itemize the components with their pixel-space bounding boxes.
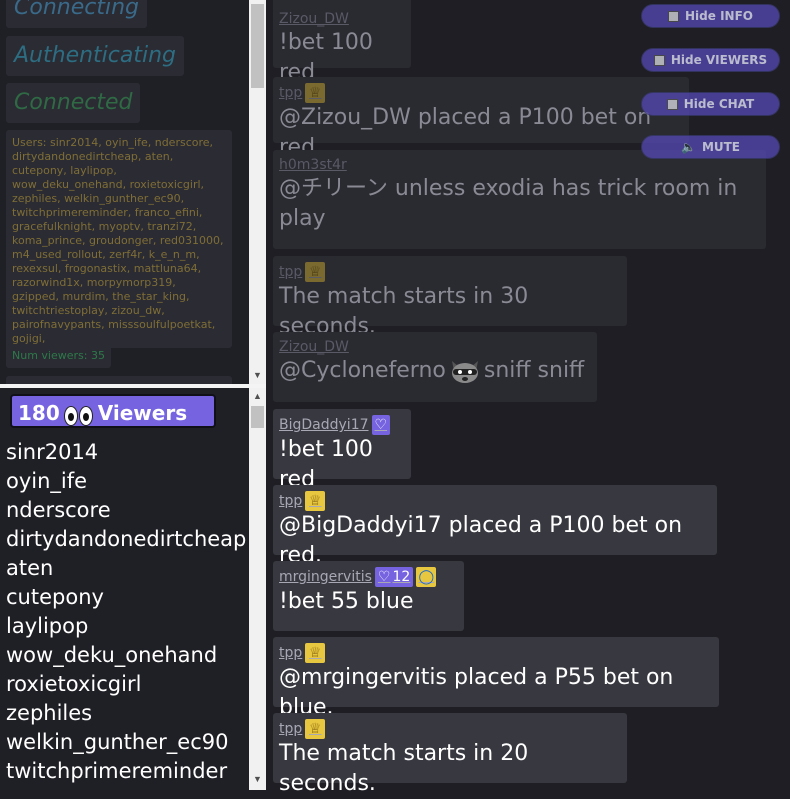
viewer-item: zephiles <box>6 701 93 725</box>
checkbox-icon <box>653 54 665 66</box>
ring-badge-icon: ◯ <box>416 567 437 587</box>
scroll-down-arrow-icon[interactable]: ▼ <box>249 367 266 384</box>
raccoon-emote-icon <box>451 361 478 383</box>
chat-message: Zizou_DW @Cycloneferno sniff sniff <box>273 332 597 402</box>
chat-username[interactable]: tpp ♕ <box>279 491 711 511</box>
crown-icon: ♕ <box>305 491 326 511</box>
chat-text: !bet 55 blue <box>279 589 414 614</box>
chat-message: tpp ♕ @mrgingervitis placed a P55 bet on … <box>273 637 719 720</box>
viewer-item: twitchprimereminder <box>6 759 228 783</box>
crown-icon: ♕ <box>305 643 326 663</box>
chat-username[interactable]: BigDaddyi17 ♡ <box>279 415 405 435</box>
hide-info-button[interactable]: Hide INFO <box>641 4 780 28</box>
chat-username[interactable]: tpp ♕ <box>279 262 621 282</box>
truncated-info-box <box>6 376 232 384</box>
checkbox-icon <box>666 98 678 110</box>
eyes-icon <box>63 398 94 432</box>
heart-badge-icon: ♡ 12 <box>374 567 414 587</box>
num-viewers-text: Num viewers: 35 <box>6 344 111 368</box>
status-connected: Connected <box>6 83 141 123</box>
chat-message: mrgingervitis ♡ 12 ◯ !bet 55 blue <box>273 561 464 631</box>
chat-username[interactable]: tpp ♕ <box>279 83 683 103</box>
viewers-panel: 180 Viewers sinr2014 oyin_ife nderscore d… <box>0 388 248 790</box>
viewer-list: sinr2014 oyin_ife nderscore dirtydandone… <box>6 438 246 786</box>
chat-message: tpp ♕ The match starts in 30 seconds. <box>273 256 627 339</box>
viewer-item: welkin_gunther_ec90 <box>6 730 229 754</box>
users-list-text: Users: sinr2014, oyin_ife, nderscore, di… <box>6 130 232 348</box>
scroll-down-arrow-icon[interactable]: ▼ <box>249 771 266 788</box>
mute-button[interactable]: 🔈 MUTE <box>641 135 780 159</box>
viewer-item: laylipop <box>6 614 89 638</box>
status-authenticating: Authenticating <box>6 36 185 76</box>
crown-icon: ♕ <box>305 83 326 103</box>
viewer-item: oyin_ife <box>6 469 88 493</box>
status-connecting: Connecting <box>6 0 147 28</box>
chat-username[interactable]: Zizou_DW <box>279 10 405 28</box>
chat-panel: Zizou_DW !bet 100 red tpp ♕ @Zizou_DW pla… <box>266 0 790 796</box>
viewer-item: nderscore <box>6 498 111 522</box>
viewer-item: aten <box>6 556 54 580</box>
info-scrollbar[interactable]: ▼ <box>249 0 266 384</box>
crown-icon: ♕ <box>305 719 326 739</box>
chat-text: The match starts in 20 seconds. <box>279 741 529 796</box>
chat-text: @Cycloneferno sniff sniff <box>279 358 585 383</box>
viewers-scrollbar[interactable]: ▲ ▼ <box>249 388 266 790</box>
speaker-icon: 🔈 <box>680 140 696 154</box>
heart-badge-icon: ♡ <box>371 415 391 435</box>
info-scrollbar-thumb[interactable] <box>251 4 264 88</box>
chat-message: tpp ♕ The match starts in 20 seconds. <box>273 713 627 796</box>
viewers-label: Viewers <box>97 401 188 425</box>
crown-icon: ♕ <box>305 262 326 282</box>
chat-username[interactable]: Zizou_DW <box>279 338 591 356</box>
viewer-item: wow_deku_onehand <box>6 643 218 667</box>
chat-message: tpp ♕ @BigDaddyi17 placed a P100 bet on r… <box>273 485 717 568</box>
viewer-count: 180 <box>18 401 60 425</box>
hide-chat-button[interactable]: Hide CHAT <box>641 92 780 116</box>
chat-text: @チリーン unless exodia has trick room in pl… <box>279 176 738 231</box>
chat-username[interactable]: tpp ♕ <box>279 719 621 739</box>
viewer-item: dirtydandonedirtcheap <box>6 527 247 551</box>
viewers-scrollbar-thumb[interactable] <box>251 406 264 428</box>
checkbox-icon <box>668 10 680 22</box>
chat-message: h0m3st4r @チリーン unless exodia has trick r… <box>273 150 766 249</box>
viewer-item: sinr2014 <box>6 440 99 464</box>
viewer-item: cutepony <box>6 585 104 609</box>
chat-message: BigDaddyi17 ♡ !bet 100 red <box>273 409 411 492</box>
info-panel: Connecting Authenticating Connected User… <box>0 0 248 384</box>
chat-message: tpp ♕ @Zizou_DW placed a P100 bet on red. <box>273 77 689 160</box>
hide-viewers-button[interactable]: Hide VIEWERS <box>641 48 780 72</box>
chat-username[interactable]: mrgingervitis ♡ 12 ◯ <box>279 567 458 587</box>
chat-username[interactable]: tpp ♕ <box>279 643 713 663</box>
chat-message: Zizou_DW !bet 100 red <box>273 0 411 85</box>
viewers-header: 180 Viewers <box>10 394 216 428</box>
scroll-up-arrow-icon[interactable]: ▲ <box>249 388 266 405</box>
viewer-item: roxietoxicgirl <box>6 672 142 696</box>
